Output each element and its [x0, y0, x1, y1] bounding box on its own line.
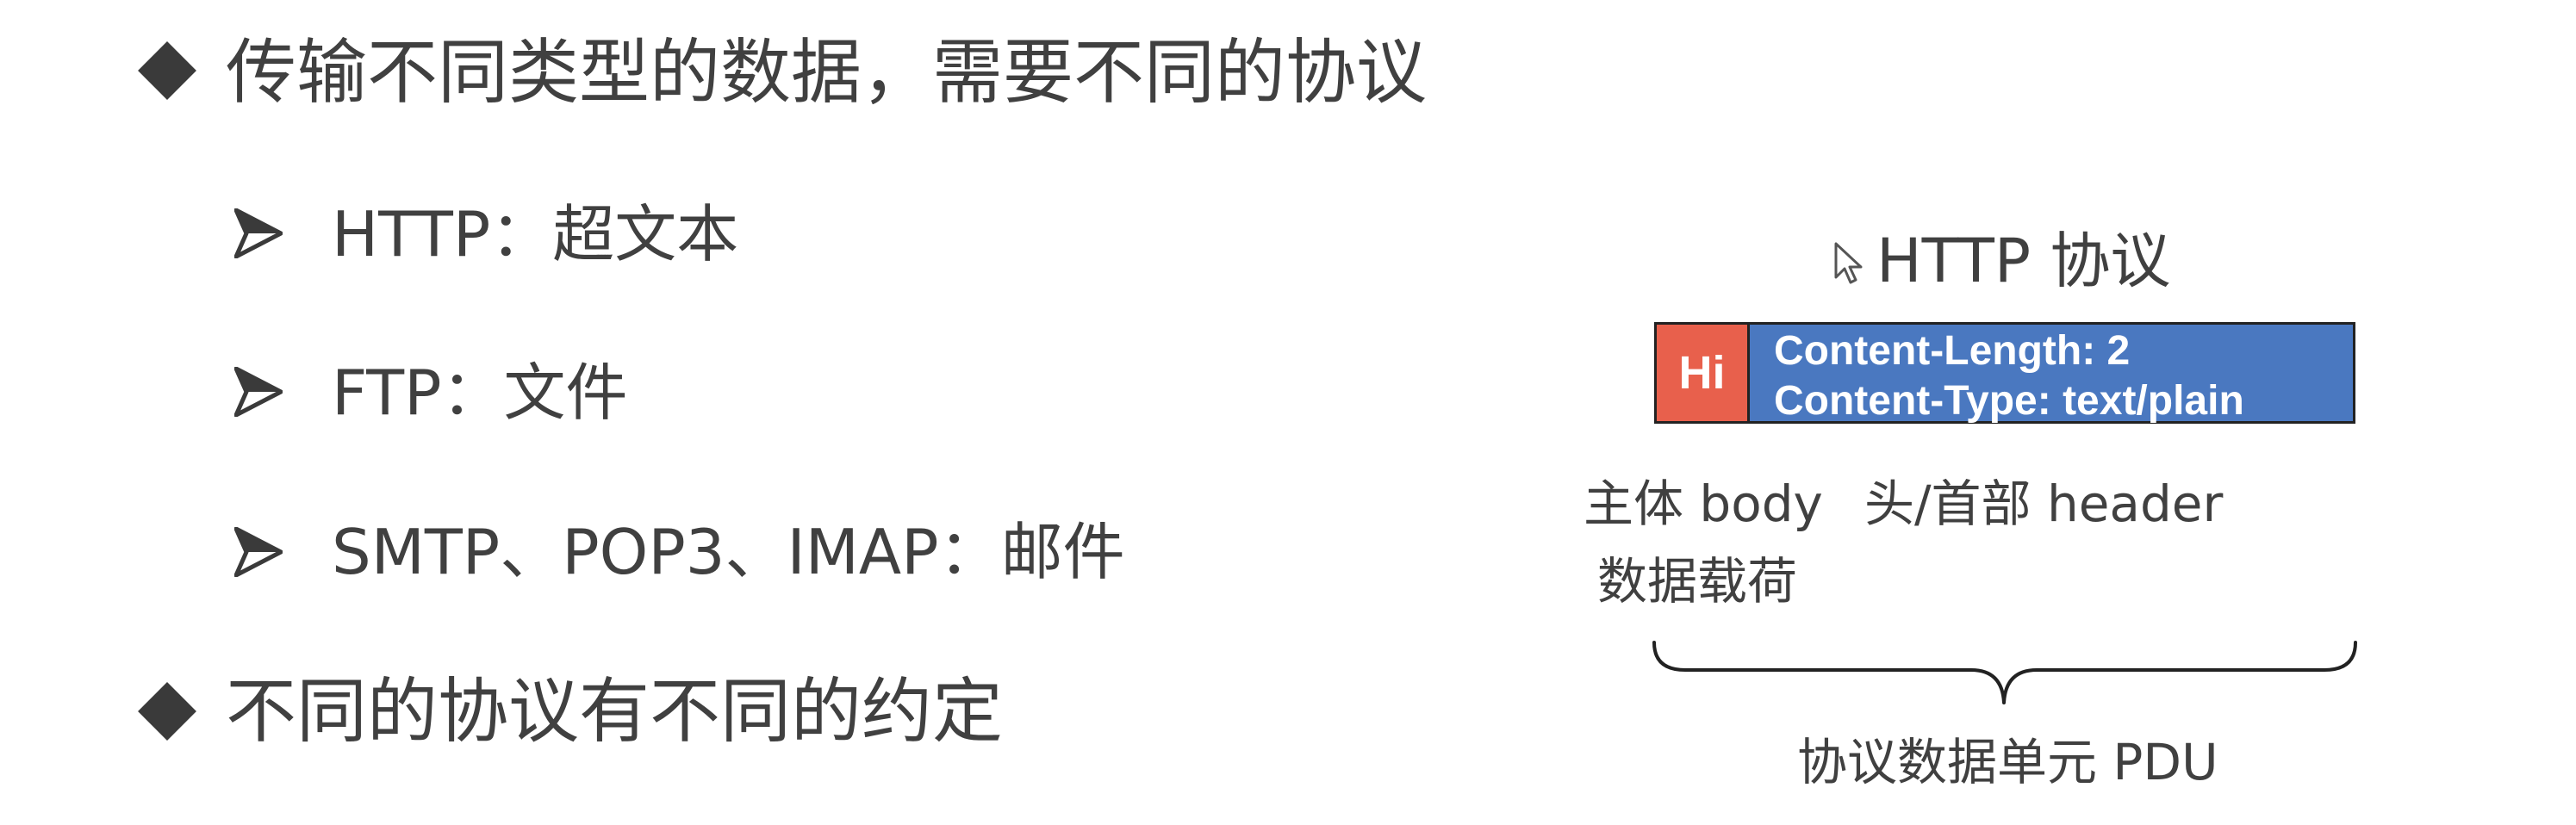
diagram-title: HTTP 协议: [1876, 226, 2171, 296]
diamond-bullet-icon: [138, 682, 196, 741]
arrowhead-bullet-icon: [234, 527, 283, 577]
bullet-heading-2: 不同的协议有不同的约定: [226, 671, 1004, 753]
bullet-heading-1: 传输不同类型的数据，需要不同的协议: [226, 32, 1428, 114]
sub-item-mail: SMTP、POP3、IMAP：邮件: [332, 516, 1125, 588]
curly-brace-icon: [1651, 639, 2359, 710]
packet-header-segment: Content-Length: 2 Content-Type: text/pla…: [1750, 325, 2353, 424]
arrowhead-bullet-icon: [234, 208, 283, 258]
sub-item-ftp: FTP：文件: [332, 357, 628, 429]
header-label: 头/首部 header: [1864, 475, 2224, 533]
body-label: 主体 body: [1584, 475, 1823, 533]
diamond-bullet-icon: [138, 41, 196, 100]
mouse-cursor-icon: [1833, 241, 1863, 286]
arrowhead-bullet-icon: [234, 367, 283, 417]
packet-body-segment: Hi: [1657, 325, 1750, 421]
sub-item-http: HTTP：超文本: [332, 198, 739, 270]
header-line-content-length: Content-Length: 2: [1774, 328, 2131, 374]
pdu-label: 协议数据单元 PDU: [1797, 733, 2218, 791]
http-packet: Hi Content-Length: 2 Content-Type: text/…: [1654, 322, 2355, 424]
header-line-content-type: Content-Type: text/plain: [1774, 378, 2244, 424]
payload-label: 数据载荷: [1597, 552, 1798, 611]
